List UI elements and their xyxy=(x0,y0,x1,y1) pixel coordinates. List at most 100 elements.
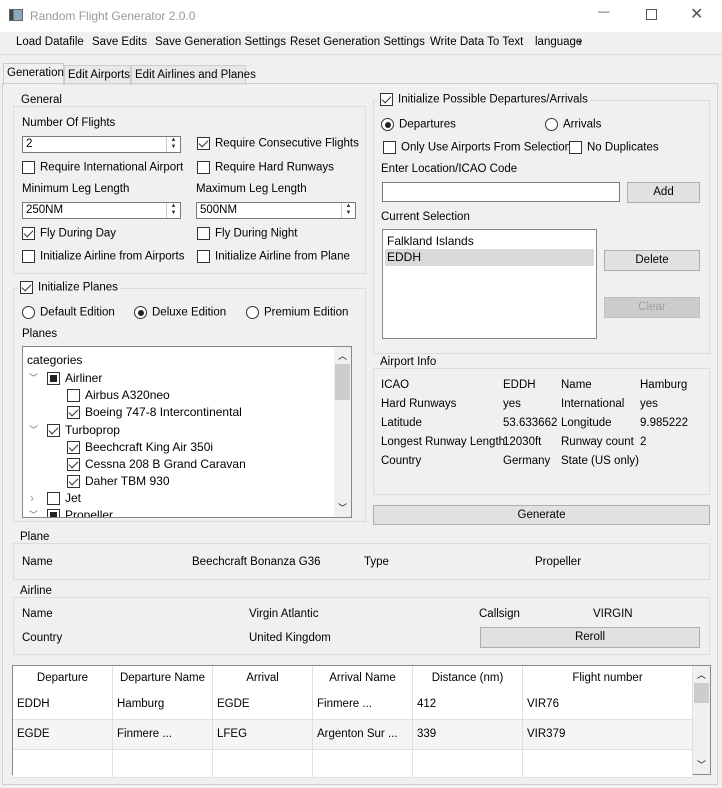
tree-item-label: Boeing 747-8 Intercontinental xyxy=(85,405,242,419)
close-icon[interactable]: ✕ xyxy=(690,4,703,24)
expand-chevron-icon[interactable]: ﹀ xyxy=(29,371,38,384)
spin-arrows-icon[interactable]: ▲ ▼ xyxy=(166,137,180,152)
location-input[interactable] xyxy=(382,182,620,202)
column-header[interactable]: Departure Name xyxy=(113,666,213,692)
minimize-icon[interactable]: — xyxy=(598,6,610,18)
table-cell[interactable]: LFEG xyxy=(213,720,313,750)
international-checkbox[interactable]: Require International Airport xyxy=(22,161,183,174)
tree-item-label: Airbus A320neo xyxy=(85,388,170,402)
tree-item-a320neo[interactable]: Airbus A320neo xyxy=(67,388,170,403)
flights-table[interactable]: Departure Departure Name Arrival Arrival Na… xyxy=(12,665,711,778)
table-cell[interactable]: 339 xyxy=(413,720,523,750)
airport-info-label: Hard Runways xyxy=(381,398,457,410)
min-leg-spinbox[interactable]: 250NM ▲ ▼ xyxy=(22,202,181,219)
table-cell[interactable]: Hamburg xyxy=(113,690,213,720)
table-scrollbar[interactable]: ︿ ﹀ xyxy=(693,666,710,774)
menu-write-data-to-text[interactable]: Write Data To Text xyxy=(430,36,523,48)
tree-item-airliner[interactable]: Airliner xyxy=(47,371,102,386)
tree-item-caravan[interactable]: Cessna 208 B Grand Caravan xyxy=(67,457,246,472)
checkbox-icon xyxy=(20,281,33,294)
tree-item-propeller[interactable]: Propeller xyxy=(47,508,113,517)
scroll-down-icon[interactable]: ﹀ xyxy=(338,501,347,514)
departures-radio[interactable]: Departures xyxy=(381,118,456,131)
airport-info-label: State (US only) xyxy=(561,455,639,467)
tab-edit-airports[interactable]: Edit Airports xyxy=(64,65,131,85)
tab-edit-airlines-planes[interactable]: Edit Airlines and Planes xyxy=(131,65,256,85)
airline-plane-checkbox[interactable]: Initialize Airline from Plane xyxy=(197,250,350,263)
spin-arrows-icon[interactable]: ▲ ▼ xyxy=(166,203,180,218)
list-item-selected[interactable]: EDDH xyxy=(385,249,594,266)
table-cell[interactable] xyxy=(413,750,523,778)
no-duplicates-checkbox[interactable]: No Duplicates xyxy=(569,141,659,154)
table-cell[interactable]: Argenton Sur ... xyxy=(313,720,413,750)
table-cell[interactable]: Finmere ... xyxy=(113,720,213,750)
generate-button[interactable]: Generate xyxy=(373,505,710,525)
tree-item-jet[interactable]: Jet xyxy=(47,491,81,506)
scroll-thumb[interactable] xyxy=(335,364,350,400)
tree-item-turboprop[interactable]: Turboprop xyxy=(47,423,120,438)
deluxe-edition-radio[interactable]: Deluxe Edition xyxy=(134,306,226,319)
table-cell[interactable] xyxy=(13,750,113,778)
column-header[interactable]: Flight number xyxy=(523,666,693,692)
only-selection-checkbox[interactable]: Only Use Airports From Selection xyxy=(383,141,571,154)
table-cell[interactable] xyxy=(523,750,693,778)
column-header[interactable]: Departure xyxy=(13,666,113,692)
table-cell[interactable] xyxy=(213,750,313,778)
list-item[interactable]: Falkland Islands xyxy=(387,234,474,248)
menu-save-edits[interactable]: Save Edits xyxy=(92,36,147,48)
spin-arrows-icon[interactable]: ▲ ▼ xyxy=(341,203,355,218)
maximize-icon[interactable] xyxy=(646,9,657,20)
tree-item-747[interactable]: Boeing 747-8 Intercontinental xyxy=(67,405,242,420)
max-leg-value: 500NM xyxy=(200,204,238,216)
table-cell[interactable]: EDDH xyxy=(13,690,113,720)
arrivals-radio[interactable]: Arrivals xyxy=(545,118,601,131)
table-cell[interactable]: VIR76 xyxy=(523,690,693,720)
menu-reset-generation-settings[interactable]: Reset Generation Settings xyxy=(290,36,425,48)
initialize-planes-checkbox[interactable]: Initialize Planes xyxy=(18,281,120,294)
premium-edition-radio[interactable]: Premium Edition xyxy=(246,306,348,319)
reroll-button[interactable]: Reroll xyxy=(480,627,700,648)
tree-item-tbm930[interactable]: Daher TBM 930 xyxy=(67,474,170,489)
consecutive-checkbox[interactable]: Require Consecutive Flights xyxy=(197,137,359,150)
table-cell[interactable]: Finmere ... xyxy=(313,690,413,720)
table-cell[interactable]: 412 xyxy=(413,690,523,720)
airline-airports-checkbox[interactable]: Initialize Airline from Airports xyxy=(22,250,184,263)
default-edition-radio[interactable]: Default Edition xyxy=(22,306,115,319)
fly-night-checkbox[interactable]: Fly During Night xyxy=(197,227,297,240)
fly-day-checkbox[interactable]: Fly During Day xyxy=(22,227,116,240)
table-cell[interactable]: EGDE xyxy=(13,720,113,750)
column-header[interactable]: Arrival xyxy=(213,666,313,692)
collapsed-chevron-icon[interactable]: › xyxy=(30,491,34,505)
num-flights-spinbox[interactable]: 2 ▲ ▼ xyxy=(22,136,181,153)
table-cell[interactable] xyxy=(113,750,213,778)
menu-load-datafile[interactable]: Load Datafile xyxy=(16,36,84,48)
menu-language[interactable]: language xyxy=(535,36,582,48)
table-cell[interactable]: VIR379 xyxy=(523,720,693,750)
scroll-up-icon[interactable]: ︿ xyxy=(338,349,347,362)
add-button[interactable]: Add xyxy=(627,182,700,203)
dep-arr-checkbox[interactable]: Initialize Possible Departures/Arrivals xyxy=(378,93,590,106)
scroll-down-icon[interactable]: ﹀ xyxy=(697,758,706,771)
table-cell[interactable]: EGDE xyxy=(213,690,313,720)
delete-button[interactable]: Delete xyxy=(604,250,700,271)
menu-bar: Load Datafile Save Edits Save Generation… xyxy=(0,32,722,55)
tree-item-label: Turboprop xyxy=(65,423,120,437)
expand-chevron-icon[interactable]: ﹀ xyxy=(29,423,38,436)
tab-generation[interactable]: Generation xyxy=(3,63,64,85)
column-header[interactable]: Distance (nm) xyxy=(413,666,523,692)
tree-scrollbar[interactable]: ︿ ﹀ xyxy=(334,347,351,517)
hard-runways-checkbox[interactable]: Require Hard Runways xyxy=(197,161,334,174)
airline-country-label: Country xyxy=(22,632,63,644)
max-leg-spinbox[interactable]: 500NM ▲ ▼ xyxy=(196,202,356,219)
planes-tree[interactable]: categories ﹀ Airliner Airbus A320neo Boe… xyxy=(22,346,352,518)
scroll-thumb[interactable] xyxy=(694,683,709,703)
expand-chevron-icon[interactable]: ﹀ xyxy=(29,508,38,517)
column-header[interactable]: Arrival Name xyxy=(313,666,413,692)
tree-item-king-air[interactable]: Beechcraft King Air 350i xyxy=(67,440,213,455)
checkbox-icon xyxy=(197,161,210,174)
table-cell[interactable] xyxy=(313,750,413,778)
selection-list[interactable]: Falkland Islands EDDH xyxy=(382,229,597,339)
menu-save-generation-settings[interactable]: Save Generation Settings xyxy=(155,36,286,48)
scroll-up-icon[interactable]: ︿ xyxy=(697,668,706,681)
clear-button[interactable]: Clear xyxy=(604,297,700,318)
